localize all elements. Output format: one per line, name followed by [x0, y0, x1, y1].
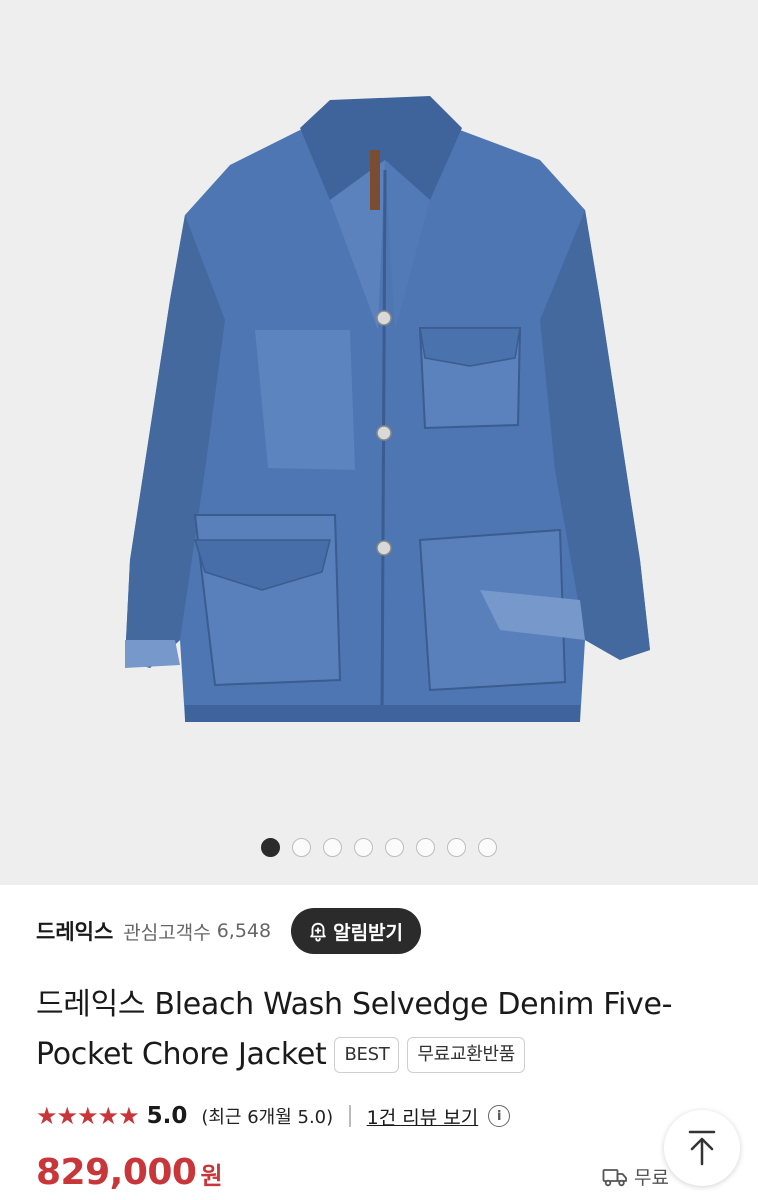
- arrow-up-icon: [688, 1130, 716, 1166]
- gallery-dot-4[interactable]: [354, 838, 373, 857]
- product-title-line2: Pocket Chore Jacket: [36, 1037, 327, 1072]
- alarm-button-label: 알림받기: [333, 921, 404, 944]
- gallery-dot-1[interactable]: [261, 838, 280, 857]
- review-link[interactable]: 1건 리뷰 보기: [367, 1103, 479, 1130]
- info-icon[interactable]: i: [488, 1105, 511, 1127]
- brand-row: 드레익스 관심고객수 6,548 알림받기: [36, 908, 722, 954]
- scroll-to-top-button[interactable]: [664, 1110, 740, 1186]
- product-image-gallery[interactable]: [0, 0, 758, 885]
- rating-stars-icon: ★★★★★: [36, 1102, 140, 1130]
- recent-rating: (최근 6개월 5.0): [201, 1107, 334, 1128]
- fans-label: 관심고객수: [123, 921, 211, 944]
- divider: [349, 1105, 351, 1127]
- product-title: 드레익스 Bleach Wash Selvedge Denim Five- Po…: [36, 980, 726, 1080]
- bell-plus-icon: [310, 922, 326, 942]
- gallery-dot-2[interactable]: [292, 838, 311, 857]
- gallery-pagination: [0, 838, 758, 857]
- product-title-line1: 드레익스 Bleach Wash Selvedge Denim Five-: [36, 987, 673, 1022]
- price-currency: 원: [200, 1162, 223, 1190]
- price-amount: 829,000: [36, 1152, 197, 1193]
- brand-name[interactable]: 드레익스: [36, 916, 113, 946]
- gallery-dot-5[interactable]: [385, 838, 404, 857]
- fans-count: 6,548: [216, 920, 272, 942]
- product-image: [125, 96, 650, 722]
- gallery-dot-7[interactable]: [447, 838, 466, 857]
- rating-row: ★★★★★ 5.0 (최근 6개월 5.0) 1건 리뷰 보기 i: [36, 1096, 722, 1136]
- gallery-dot-6[interactable]: [416, 838, 435, 857]
- gallery-dot-8[interactable]: [478, 838, 497, 857]
- free-return-tag: 무료교환반품: [407, 1037, 525, 1073]
- price-row: 829,000 원: [36, 1152, 223, 1200]
- shipping-label: 무료: [634, 1167, 669, 1189]
- gallery-dot-3[interactable]: [323, 838, 342, 857]
- alarm-button[interactable]: 알림받기: [291, 908, 422, 954]
- shipping-info[interactable]: 무료: [602, 1163, 669, 1190]
- best-tag: BEST: [334, 1037, 400, 1073]
- rating-score: 5.0: [146, 1103, 188, 1129]
- truck-icon: [602, 1168, 627, 1186]
